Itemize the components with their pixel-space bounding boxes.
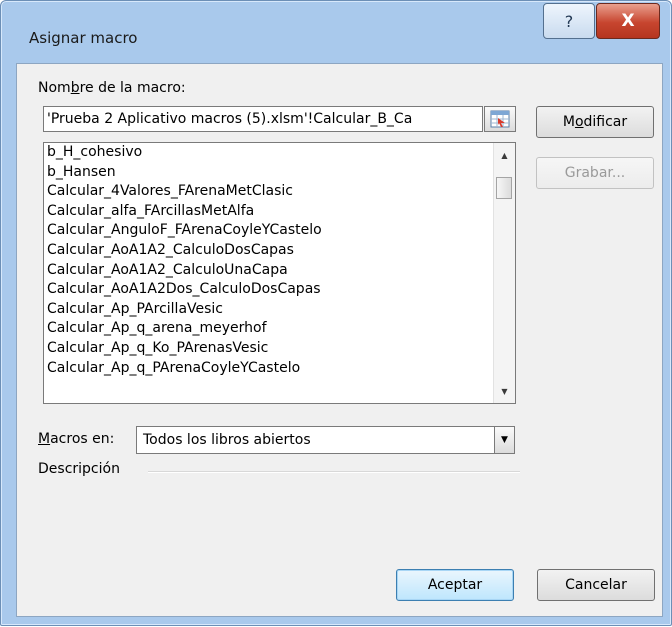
description-divider: [148, 471, 520, 473]
list-item[interactable]: Calcular_AoA1A2_CalculoUnaCapa: [44, 261, 494, 281]
cancel-button[interactable]: Cancelar: [537, 569, 655, 601]
macro-name-label-pre: Nom: [38, 80, 71, 96]
scroll-down-button[interactable]: ▼: [494, 381, 515, 401]
list-item[interactable]: Calcular_Ap_q_PArenaCoyleYCastelo: [44, 359, 494, 379]
macros-in-dropdown-button[interactable]: ▼: [494, 427, 514, 453]
macro-name-label-key: b: [70, 80, 80, 96]
modify-label-post: dificar: [583, 114, 628, 130]
list-item[interactable]: Calcular_4Valores_FArenaMetClasic: [44, 182, 494, 202]
list-item[interactable]: b_Hansen: [44, 163, 494, 183]
close-button[interactable]: X: [596, 3, 660, 39]
macros-in-label-post: acros en:: [50, 431, 115, 447]
triangle-down-icon: ▼: [501, 386, 508, 396]
macro-name-label: Nombre de la macro:: [38, 80, 186, 96]
record-button[interactable]: Grabar...: [536, 157, 654, 189]
list-item[interactable]: Calcular_Ap_PArcillaVesic: [44, 300, 494, 320]
modify-label-pre: M: [562, 114, 575, 130]
macro-list[interactable]: b_H_cohesivo b_Hansen Calcular_4Valores_FA…: [43, 142, 516, 404]
macro-dialog: Asignar macro ? X Nombre de la macro: 'P…: [0, 0, 672, 626]
list-item[interactable]: Calcular_AoA1A2Dos_CalculoDosCapas: [44, 280, 494, 300]
description-label: Descripción: [38, 461, 120, 477]
modify-button[interactable]: Mo dificar: [536, 106, 654, 138]
modify-label-key: o: [574, 114, 584, 130]
scroll-thumb[interactable]: [496, 176, 512, 199]
chevron-down-icon: ▼: [501, 435, 508, 445]
close-icon: X: [621, 11, 635, 31]
macro-list-scrollbar[interactable]: ▲ ▼: [493, 143, 515, 403]
dialog-title: Asignar macro: [29, 29, 138, 47]
macros-in-label: Macros en:: [38, 431, 114, 447]
range-select-icon: [490, 110, 510, 128]
collapse-dialog-button[interactable]: [484, 106, 516, 132]
dialog-body: Nombre de la macro: 'Prueba 2 Aplicativo…: [16, 63, 663, 617]
list-item[interactable]: Calcular_alfa_FArcillasMetAlfa: [44, 202, 494, 222]
list-item[interactable]: Calcular_AoA1A2_CalculoDosCapas: [44, 241, 494, 261]
triangle-up-icon: ▲: [501, 150, 508, 160]
list-item[interactable]: b_H_cohesivo: [44, 143, 494, 163]
macros-in-select[interactable]: Todos los libros abiertos ▼: [136, 426, 515, 454]
help-button[interactable]: ?: [543, 3, 595, 39]
macros-in-label-key: M: [38, 431, 51, 447]
title-bar[interactable]: Asignar macro ? X: [1, 1, 671, 61]
macro-name-label-post: re de la macro:: [79, 80, 186, 96]
list-item[interactable]: Calcular_Ap_q_Ko_PArenasVesic: [44, 339, 494, 359]
macro-name-input[interactable]: 'Prueba 2 Aplicativo macros (5).xlsm'!Ca…: [43, 106, 483, 132]
help-icon: ?: [564, 11, 574, 31]
list-item[interactable]: Calcular_AnguloF_FArenaCoyleYCastelo: [44, 221, 494, 241]
scroll-up-button[interactable]: ▲: [494, 145, 515, 165]
macros-in-value: Todos los libros abiertos: [143, 432, 311, 448]
macro-list-items: b_H_cohesivo b_Hansen Calcular_4Valores_FA…: [44, 143, 494, 378]
list-item[interactable]: Calcular_Ap_q_arena_meyerhof: [44, 319, 494, 339]
accept-button[interactable]: Aceptar: [396, 569, 514, 601]
